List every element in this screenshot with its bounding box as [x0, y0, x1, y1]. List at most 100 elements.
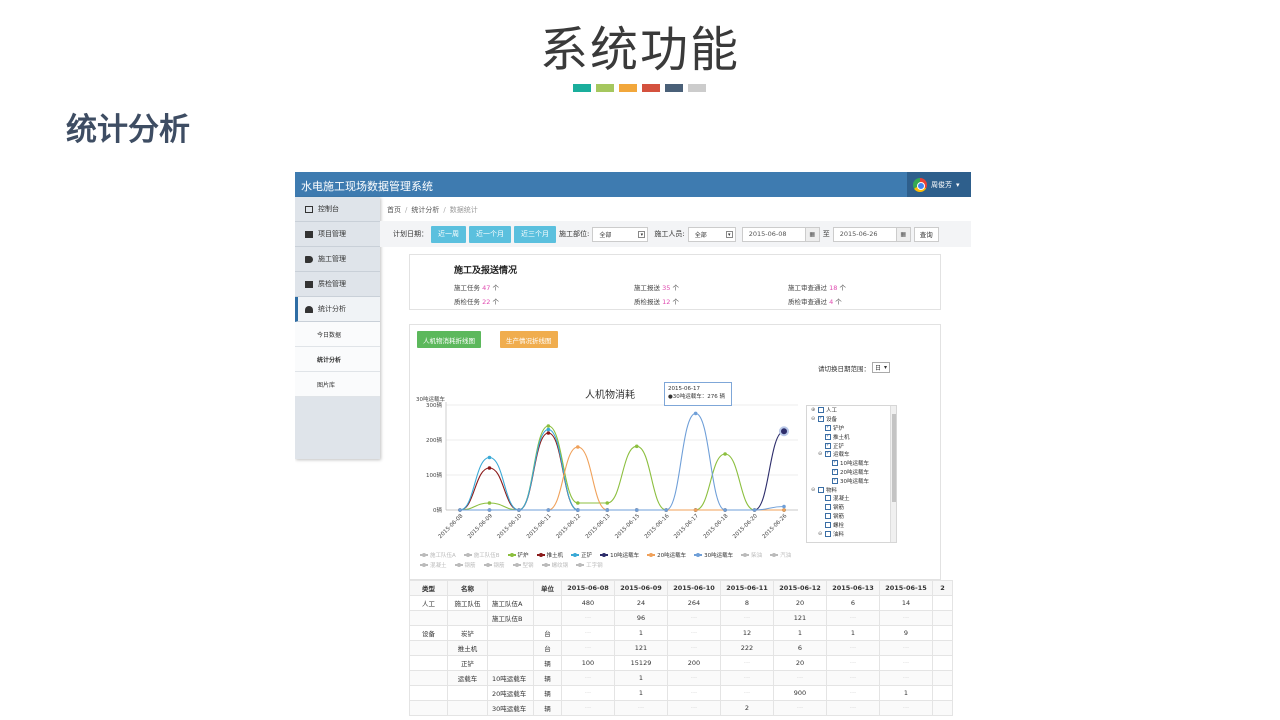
series-line [459, 412, 785, 511]
tree-checkbox[interactable] [832, 477, 838, 484]
table-header-cell[interactable]: 2015-06-15 [879, 580, 933, 596]
tree-checkbox[interactable] [825, 512, 831, 519]
sidebar-item-quality[interactable]: 质检管理 [295, 272, 380, 297]
tree-checkbox[interactable] [825, 530, 831, 537]
tree-checkbox[interactable] [825, 504, 831, 511]
tree-node[interactable]: 推土机 [807, 432, 896, 441]
expand-toggle-icon[interactable]: ⊖ [818, 451, 823, 457]
table-header-cell[interactable]: 单位 [533, 580, 562, 596]
table-cell: ··· [773, 700, 827, 716]
table-header-cell[interactable]: 2015-06-11 [720, 580, 774, 596]
strip-block [573, 84, 591, 92]
table-header-cell[interactable]: 2015-06-13 [826, 580, 880, 596]
tree-checkbox[interactable] [825, 495, 831, 502]
tree-node[interactable]: ⊖ 油料 [807, 529, 896, 538]
tree-checkbox[interactable] [825, 442, 831, 449]
tree-checkbox[interactable] [825, 450, 831, 458]
legend-item[interactable]: 工字钢 [576, 561, 603, 569]
query-button[interactable]: 查询 [913, 226, 939, 242]
tree-node[interactable]: 铲炉 [807, 424, 896, 433]
tree-node[interactable]: 钢筋 [807, 512, 896, 521]
table-header-cell[interactable]: 2015-06-10 [667, 580, 721, 596]
table-header-cell[interactable]: 类型 [409, 580, 448, 596]
dept-select[interactable]: 全部 ▾ [592, 226, 649, 242]
table-cell: 施工队伍A [487, 595, 534, 611]
table-cell [932, 670, 953, 686]
legend-item[interactable]: 型钢 [512, 561, 534, 569]
summary-title: 施工及报送情况 [454, 266, 518, 276]
tree-node[interactable]: ⊖ 设备 [807, 415, 896, 424]
legend-item[interactable]: 铲炉 [507, 551, 529, 559]
tree-checkbox[interactable] [825, 433, 831, 440]
legend-item[interactable]: 钢筋 [454, 561, 476, 569]
scrollbar[interactable] [890, 406, 896, 542]
tree-node[interactable]: 20吨运载车 [807, 468, 896, 477]
date-to-input[interactable]: 2015-06-26 ▦ [832, 226, 911, 242]
tree-node[interactable]: 螺栓 [807, 520, 896, 529]
sidebar-item-console[interactable]: 控制台 [295, 197, 380, 222]
tree-node[interactable]: 10吨运载车 [807, 459, 896, 468]
legend-item[interactable]: 10吨运载车 [600, 551, 639, 559]
breadcrumb-home[interactable]: 首页 [387, 205, 401, 215]
sidebar-sub-statistics[interactable]: 统计分析 [295, 347, 380, 372]
last-month-button[interactable]: 近一个月 [469, 225, 511, 243]
legend-label: 正铲 [581, 553, 593, 559]
table-header-cell[interactable]: 2 [932, 580, 953, 596]
legend-item[interactable]: 20吨运载车 [647, 551, 686, 559]
sidebar-sub-today[interactable]: 今日数据 [295, 322, 380, 347]
expand-toggle-icon[interactable]: ⊖ [811, 487, 816, 493]
legend-item[interactable]: 正铲 [571, 551, 592, 559]
legend-item[interactable]: 柴油 [741, 551, 762, 559]
legend-item[interactable]: 30吨运载车 [694, 551, 733, 559]
sidebar-sub-gallery[interactable]: 图片库 [295, 372, 380, 397]
expand-toggle-icon[interactable]: ⊖ [818, 531, 823, 537]
tree-node[interactable]: ⊖ 物料 [807, 485, 896, 494]
table-row: 施工队伍B ··· 96 ··· ··· 121 ··· ··· [409, 610, 953, 626]
table-cell: 炭铲 [447, 625, 488, 641]
stat-label: 施工审查通过 [788, 284, 827, 292]
tree-checkbox[interactable] [825, 521, 831, 528]
tree-node[interactable]: 正铲 [807, 441, 896, 450]
table-header-cell[interactable] [487, 580, 534, 596]
tree-checkbox[interactable] [825, 424, 831, 431]
last-quarter-button[interactable]: 近三个月 [514, 225, 556, 243]
expand-toggle-icon[interactable]: ⊖ [811, 416, 816, 422]
expand-toggle-icon[interactable]: ⊕ [811, 407, 816, 413]
staff-select[interactable]: 全部 ▾ [687, 226, 736, 242]
tree-checkbox[interactable] [818, 415, 824, 423]
tree-checkbox[interactable] [818, 486, 824, 493]
sidebar-item-statistics[interactable]: 统计分析 [295, 297, 380, 322]
table-header-cell[interactable]: 2015-06-09 [614, 580, 668, 596]
table-header-cell[interactable]: 2015-06-08 [561, 580, 615, 596]
table-cell: 10吨运载车 [487, 670, 534, 686]
legend-item[interactable]: 混凝土 [420, 561, 447, 569]
stat-unit: 个 [835, 298, 842, 306]
sidebar-item-projects[interactable]: 项目管理 [295, 222, 380, 247]
tree-checkbox[interactable] [832, 459, 838, 467]
sidebar-item-construction[interactable]: 施工管理 [295, 247, 380, 272]
last-week-button[interactable]: 近一周 [431, 225, 466, 243]
legend-item[interactable]: 钢筋 [483, 561, 505, 569]
legend-item[interactable]: 汽油 [770, 551, 791, 559]
tree-node[interactable]: ⊕ 人工 [807, 406, 896, 415]
tree-node[interactable]: 30吨运载车 [807, 476, 896, 485]
tree-node[interactable]: 钢筋 [807, 503, 896, 512]
legend-item[interactable]: 推土机 [536, 551, 563, 559]
tree-checkbox[interactable] [818, 407, 824, 414]
tree-checkbox[interactable] [832, 468, 838, 475]
legend-item[interactable]: 施工队伍A [420, 551, 456, 559]
legend-item[interactable]: 螺纹钢 [541, 561, 568, 569]
breadcrumb-parent[interactable]: 统计分析 [411, 205, 439, 215]
chevron-down-icon: ▾ [725, 230, 733, 238]
table-header-cell[interactable]: 名称 [447, 580, 488, 596]
table-cell: ··· [826, 640, 880, 656]
date-from-input[interactable]: 2015-06-08 ▦ [741, 226, 820, 242]
tree-node[interactable]: 混凝土 [807, 494, 896, 503]
table-header-cell[interactable]: 2015-06-12 [773, 580, 827, 596]
range-select[interactable]: 日 ▾ [872, 362, 891, 373]
calendar-icon[interactable]: ▦ [895, 227, 910, 241]
legend-item[interactable]: 施工队伍B [463, 551, 500, 559]
tree-node[interactable]: ⊖ 运载车 [807, 450, 896, 459]
calendar-icon[interactable]: ▦ [804, 227, 819, 241]
user-menu[interactable]: 周俊芳 ▾ [907, 172, 971, 197]
